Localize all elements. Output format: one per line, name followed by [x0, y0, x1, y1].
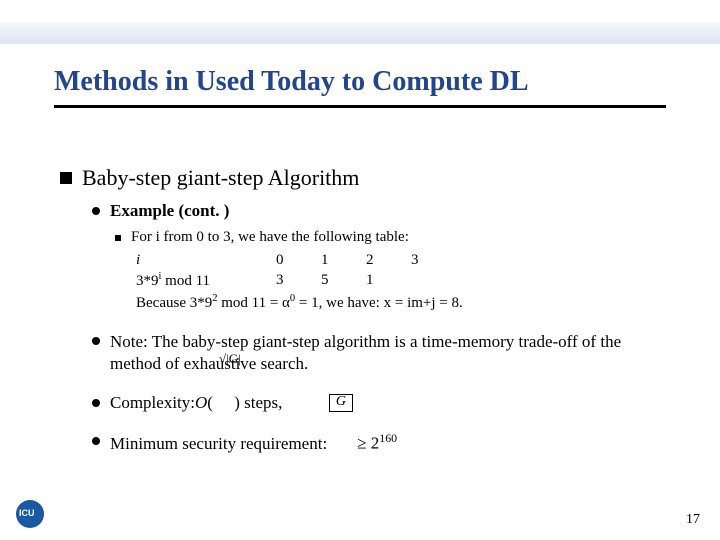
- title-underline: [54, 105, 666, 108]
- complexity-item: Complexity: O( ) steps, G: [92, 393, 670, 413]
- example-heading: Example (cont. ): [92, 201, 670, 221]
- disc-bullet-icon: [92, 399, 100, 407]
- square-bullet-icon: [60, 172, 72, 184]
- disc-bullet-icon: [92, 207, 100, 215]
- min-security-text: Minimum security requirement: ≥ 2160: [110, 431, 397, 454]
- table-cell: 0: [276, 250, 321, 270]
- table-cell: [411, 270, 456, 291]
- slide-title: Methods in Used Today to Compute DL: [54, 66, 529, 98]
- complexity-text: Complexity: O( ) steps, G: [110, 393, 357, 413]
- content-area: Baby-step giant-step Algorithm Example (…: [60, 165, 670, 454]
- page-number: 17: [686, 512, 700, 528]
- example-label: Example (cont. ): [110, 201, 670, 221]
- small-square-bullet-icon: [115, 235, 121, 241]
- section-heading: Baby-step giant-step Algorithm: [60, 165, 670, 191]
- table-cell: 2: [366, 250, 411, 270]
- min-security-item: Minimum security requirement: ≥ 2160: [92, 431, 670, 454]
- table-header-formula: 3*9i mod 11: [136, 270, 276, 291]
- table-cell: 3: [411, 250, 456, 270]
- disc-bullet-icon: [92, 437, 100, 445]
- table-cell: 5: [321, 270, 366, 291]
- table-cell: 1: [366, 270, 411, 291]
- table-row: i 0 1 2 3: [136, 250, 670, 270]
- value-table: i 0 1 2 3 3*9i mod 11 3 5 1 Because 3*92…: [136, 250, 670, 313]
- table-cell: 3: [276, 270, 321, 291]
- sqrt-fragment: √|G|: [219, 351, 241, 368]
- logo-icon: [16, 500, 44, 528]
- table-conclusion: Because 3*92 mod 11 = α0 = 1, we have: x…: [136, 292, 670, 313]
- group-order-box-icon: G: [329, 394, 353, 412]
- note-item: Note: The baby-step giant-step algorithm…: [92, 331, 670, 375]
- section-heading-text: Baby-step giant-step Algorithm: [82, 165, 359, 191]
- note-text: Note: The baby-step giant-step algorithm…: [110, 331, 670, 375]
- table-intro-text: For i from 0 to 3, we have the following…: [131, 229, 409, 246]
- table-header-i: i: [136, 250, 276, 270]
- table-cell: 1: [321, 250, 366, 270]
- header-band: [0, 22, 720, 44]
- table-row: 3*9i mod 11 3 5 1: [136, 270, 670, 291]
- table-intro: For i from 0 to 3, we have the following…: [115, 229, 670, 246]
- disc-bullet-icon: [92, 337, 100, 345]
